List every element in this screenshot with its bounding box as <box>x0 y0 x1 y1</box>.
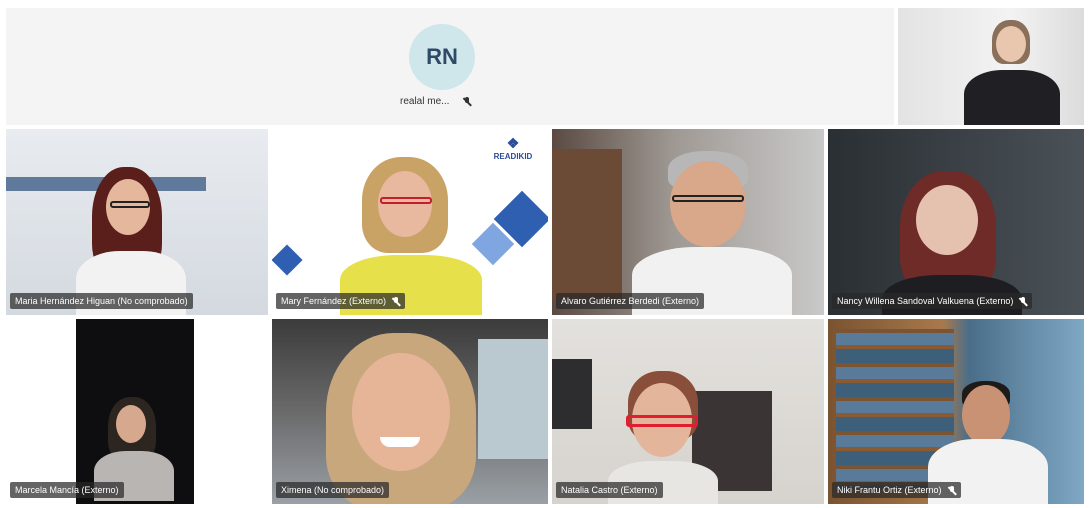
mic-off-icon <box>948 485 956 495</box>
company-logo: ❖ READIKID <box>493 135 533 161</box>
participant-name-tag: Alvaro Gutiérrez Berdedi (Externo) <box>556 293 705 309</box>
video-tile-2[interactable]: ❖ READIKID Mary Fernández (Externo) <box>272 129 548 315</box>
participant-name-tag: Niki Frantu Ortiz (Externo) <box>832 482 961 498</box>
avatar-name-row: realal me... <box>400 96 471 107</box>
participant-avatar[interactable]: RN <box>409 24 475 90</box>
participant-name-tag: Marcela Mancía (Externo) <box>10 482 124 498</box>
video-tile-8[interactable]: Niki Frantu Ortiz (Externo) <box>828 319 1084 504</box>
video-tile-6[interactable]: Ximena (No comprobado) <box>272 319 548 504</box>
video-tile-5[interactable]: Marcela Mancía (Externo) <box>6 319 268 504</box>
video-tile-3[interactable]: Alvaro Gutiérrez Berdedi (Externo) <box>552 129 824 315</box>
mic-off-icon <box>463 97 471 106</box>
avatar-name-label: realal me... <box>400 96 450 107</box>
bookshelf <box>552 149 622 299</box>
car-window <box>478 339 548 459</box>
participant-name-tag: Natalia Castro (Externo) <box>556 482 663 498</box>
video-tile-4[interactable]: Nancy Willena Sandoval Valkuena (Externo… <box>828 129 1084 315</box>
self-video-tile[interactable] <box>898 8 1084 125</box>
participant-name-tag: Nancy Willena Sandoval Valkuena (Externo… <box>832 293 1033 309</box>
participant-name-tag: Maria Hernández Higuan (No comprobado) <box>10 293 193 309</box>
video-tile-1[interactable]: Maria Hernández Higuan (No comprobado) <box>6 129 268 315</box>
participant-name-tag: Mary Fernández (Externo) <box>276 293 406 309</box>
participant-name-tag: Ximena (No comprobado) <box>276 482 390 498</box>
mic-off-icon <box>392 296 400 306</box>
decor-diamond <box>272 244 303 276</box>
tv-screen <box>552 359 592 429</box>
mic-off-icon <box>1019 296 1027 306</box>
video-tile-7[interactable]: Natalia Castro (Externo) <box>552 319 824 504</box>
